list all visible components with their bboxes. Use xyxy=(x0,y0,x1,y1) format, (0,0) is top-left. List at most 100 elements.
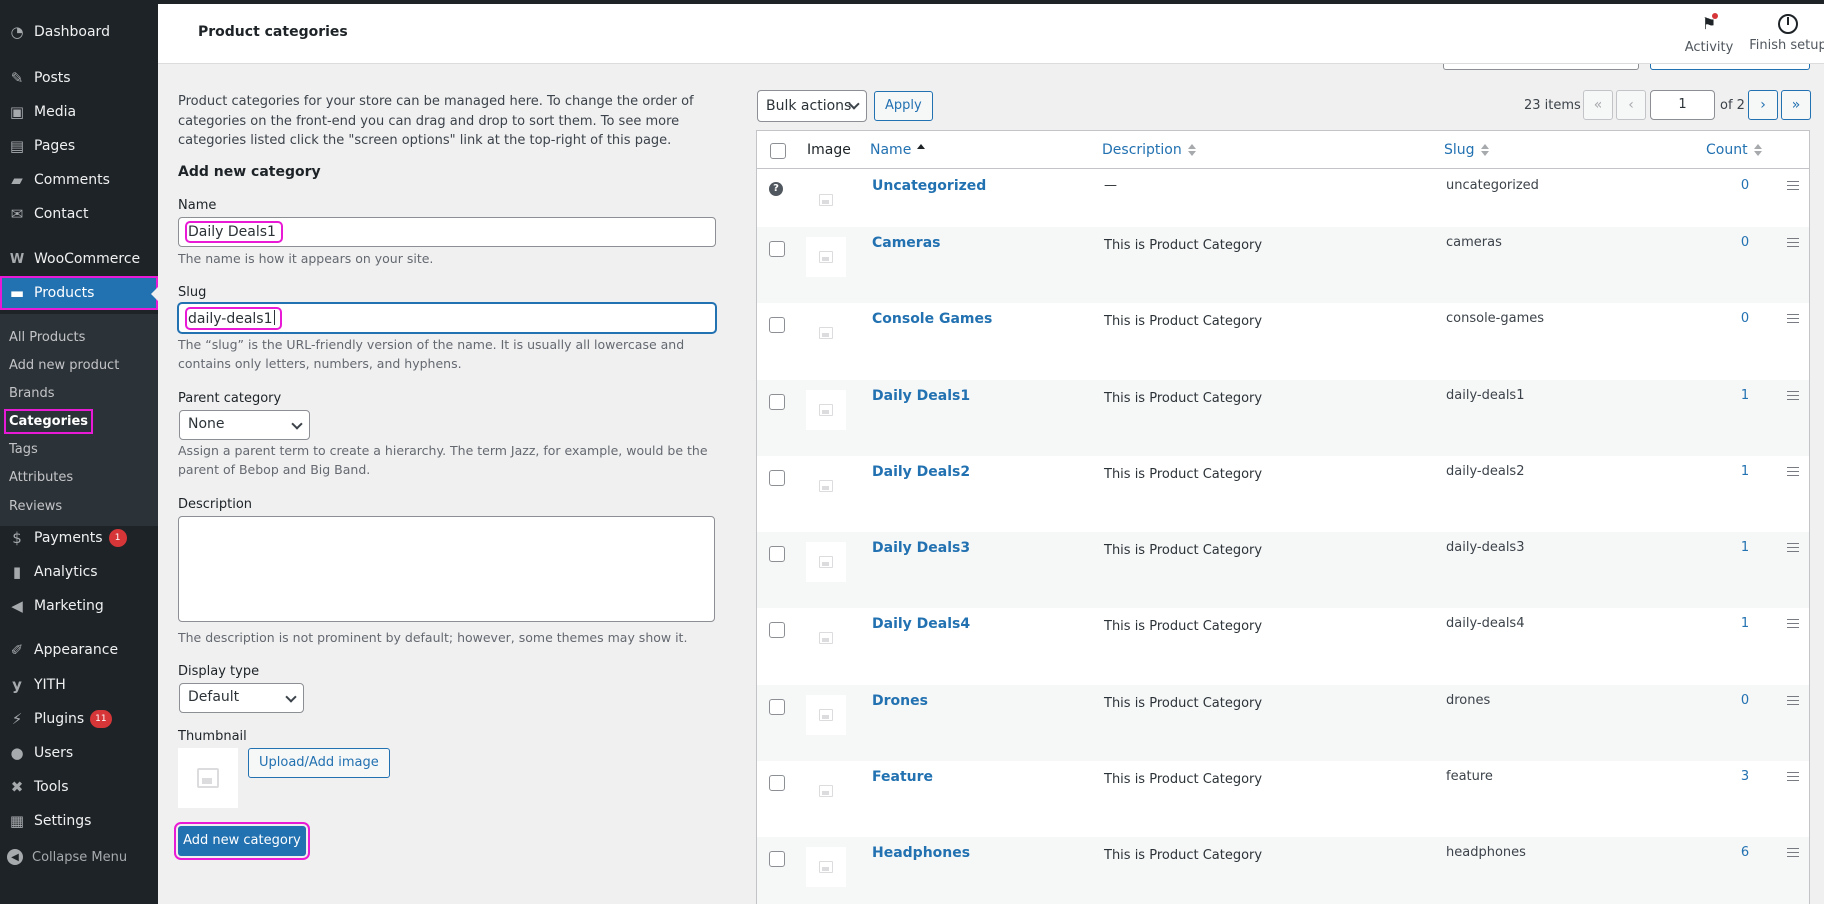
category-slug: headphones xyxy=(1446,845,1526,860)
category-name-link[interactable]: Feature xyxy=(872,769,933,785)
sidebar-item-yith[interactable]: y YITH xyxy=(0,668,158,702)
drag-handle-icon[interactable] xyxy=(1787,314,1799,323)
category-count-link[interactable]: 0 xyxy=(1727,311,1763,326)
category-count-link[interactable]: 1 xyxy=(1727,388,1763,403)
table-row: Daily Deals2 This is Product Category da… xyxy=(757,456,1809,532)
category-count-link[interactable]: 6 xyxy=(1727,845,1763,860)
sidebar-item-tools[interactable]: ✖ Tools xyxy=(0,770,158,804)
category-slug: cameras xyxy=(1446,235,1502,250)
finish-setup-button[interactable]: Finish setup xyxy=(1747,14,1824,53)
category-count-link[interactable]: 0 xyxy=(1727,178,1763,193)
drag-handle-icon[interactable] xyxy=(1787,391,1799,400)
description-label: Description xyxy=(178,497,253,512)
sidebar-item-plugins[interactable]: ⚡ Plugins 11 xyxy=(0,702,158,736)
sidebar-item-woocommerce[interactable]: W WooCommerce xyxy=(0,242,158,276)
row-checkbox[interactable] xyxy=(769,241,785,257)
row-checkbox[interactable] xyxy=(769,546,785,562)
row-checkbox[interactable] xyxy=(769,470,785,486)
column-count-sort[interactable]: Count xyxy=(1706,142,1762,158)
category-count-link[interactable]: 3 xyxy=(1727,769,1763,784)
table-row: Headphones This is Product Category head… xyxy=(757,837,1809,904)
sidebar-item-appearance[interactable]: ✐ Appearance xyxy=(0,633,158,667)
column-name-sort[interactable]: Name xyxy=(870,142,926,158)
category-count-link[interactable]: 0 xyxy=(1727,235,1763,250)
sidebar-item-dashboard[interactable]: ◔ Dashboard xyxy=(0,15,158,49)
prev-page-button[interactable]: ‹ xyxy=(1616,90,1646,120)
row-checkbox[interactable] xyxy=(769,394,785,410)
category-name-link[interactable]: Drones xyxy=(872,693,928,709)
row-checkbox[interactable] xyxy=(769,699,785,715)
bulk-actions-select[interactable]: Bulk actions xyxy=(757,90,867,122)
drag-handle-icon[interactable] xyxy=(1787,467,1799,476)
image-placeholder-icon xyxy=(819,404,833,416)
drag-handle-icon[interactable] xyxy=(1787,238,1799,247)
sidebar-item-contact[interactable]: ✉ Contact xyxy=(0,197,158,231)
category-name-link[interactable]: Daily Deals3 xyxy=(872,540,970,556)
sidebar-item-media[interactable]: ▣ Media xyxy=(0,95,158,129)
sidebar-item-products[interactable]: ▬ Products xyxy=(0,276,159,310)
category-description: This is Product Category xyxy=(1104,314,1263,329)
submenu-add-new-product[interactable]: Add new product xyxy=(9,358,119,373)
row-checkbox[interactable] xyxy=(769,851,785,867)
submenu-categories[interactable]: Categories xyxy=(3,409,94,434)
search-input[interactable] xyxy=(1443,64,1639,70)
next-page-button[interactable]: › xyxy=(1748,90,1778,120)
help-icon[interactable]: ? xyxy=(769,182,783,196)
name-field[interactable]: Daily Deals1 xyxy=(178,217,716,247)
slug-field[interactable]: daily-deals1 xyxy=(178,303,716,333)
sidebar-item-users[interactable]: ● Users xyxy=(0,736,158,770)
row-checkbox[interactable] xyxy=(769,317,785,333)
category-name-link[interactable]: Headphones xyxy=(872,845,970,861)
drag-handle-icon[interactable] xyxy=(1787,772,1799,781)
category-name-link[interactable]: Daily Deals1 xyxy=(872,388,970,404)
upload-image-button[interactable]: Upload/Add image xyxy=(248,748,390,778)
column-description-sort[interactable]: Description xyxy=(1102,142,1196,158)
dollar-icon: $ xyxy=(12,529,22,547)
select-all-checkbox[interactable] xyxy=(770,143,786,159)
megaphone-icon: ◀ xyxy=(11,597,23,615)
drag-handle-icon[interactable] xyxy=(1787,696,1799,705)
sidebar-item-analytics[interactable]: ▮ Analytics xyxy=(0,555,158,589)
submenu-brands[interactable]: Brands xyxy=(9,386,55,401)
category-count-link[interactable]: 1 xyxy=(1727,616,1763,631)
submenu-attributes[interactable]: Attributes xyxy=(9,470,73,485)
drag-handle-icon[interactable] xyxy=(1787,181,1799,190)
submenu-all-products[interactable]: All Products xyxy=(9,330,85,345)
category-name-link[interactable]: Uncategorized xyxy=(872,178,986,194)
yith-icon: y xyxy=(12,676,22,694)
submenu-reviews[interactable]: Reviews xyxy=(9,499,62,514)
sidebar-item-pages[interactable]: ▤ Pages xyxy=(0,129,158,163)
sidebar-item-settings[interactable]: ▦ Settings xyxy=(0,804,158,838)
search-categories-button[interactable] xyxy=(1650,64,1810,70)
drag-handle-icon[interactable] xyxy=(1787,619,1799,628)
category-count-link[interactable]: 1 xyxy=(1727,464,1763,479)
current-page-input[interactable]: 1 xyxy=(1650,90,1715,120)
category-name-link[interactable]: Daily Deals4 xyxy=(872,616,970,632)
category-count-link[interactable]: 1 xyxy=(1727,540,1763,555)
parent-category-select[interactable]: None xyxy=(179,410,310,440)
category-name-link[interactable]: Console Games xyxy=(872,311,992,327)
category-count-link[interactable]: 0 xyxy=(1727,693,1763,708)
row-checkbox[interactable] xyxy=(769,775,785,791)
column-slug-sort[interactable]: Slug xyxy=(1444,142,1489,158)
sidebar-item-marketing[interactable]: ◀ Marketing xyxy=(0,589,158,623)
activity-button[interactable]: ⚑ Activity xyxy=(1679,13,1739,55)
sidebar-item-posts[interactable]: ✎ Posts xyxy=(0,61,158,95)
apply-button[interactable]: Apply xyxy=(874,91,933,121)
last-page-button[interactable]: » xyxy=(1781,90,1811,120)
dashboard-icon: ◔ xyxy=(10,23,24,41)
drag-handle-icon[interactable] xyxy=(1787,848,1799,857)
description-textarea[interactable] xyxy=(178,516,715,622)
category-name-link[interactable]: Cameras xyxy=(872,235,941,251)
row-checkbox[interactable] xyxy=(769,622,785,638)
collapse-menu-button[interactable]: ◀ Collapse Menu xyxy=(0,842,127,872)
category-name-link[interactable]: Daily Deals2 xyxy=(872,464,970,480)
drag-handle-icon[interactable] xyxy=(1787,543,1799,552)
add-new-category-button[interactable]: Add new category xyxy=(174,822,310,860)
sidebar-item-payments[interactable]: $ Payments 1 xyxy=(0,521,158,555)
sidebar-item-comments[interactable]: ▰ Comments xyxy=(0,163,158,197)
display-type-select[interactable]: Default xyxy=(179,683,304,713)
submenu-tags[interactable]: Tags xyxy=(9,442,38,457)
first-page-button[interactable]: « xyxy=(1583,90,1613,120)
parent-help: Assign a parent term to create a hierarc… xyxy=(178,443,708,477)
